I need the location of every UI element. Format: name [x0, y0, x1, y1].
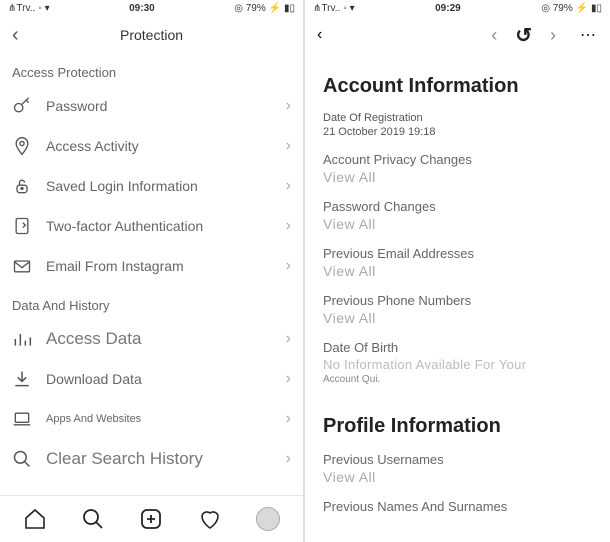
no-info-text: No Information Available For Your: [323, 357, 592, 372]
laptop-icon: [12, 409, 32, 429]
row-access-activity[interactable]: Access Activity ›: [0, 126, 303, 166]
lock-icon: [12, 176, 32, 196]
chevron-right-icon: ›: [286, 330, 291, 348]
status-bar-right: ⋔Trv..◦ ▾ 09:29 ◎ 79% ⚡▮▯: [305, 0, 610, 17]
clock: 09:30: [129, 3, 155, 14]
row-saved-login[interactable]: Saved Login Information ›: [0, 166, 303, 206]
battery: ◎ 79% ⚡: [541, 3, 588, 14]
battery-icon: ▮▯: [591, 3, 602, 14]
row-clear-search[interactable]: Clear Search History ›: [0, 439, 303, 479]
home-icon[interactable]: [22, 506, 48, 532]
status-bar-left: ⋔Trv..◦ ▾ 09:30 ◎ 79% ⚡▮▯: [0, 0, 303, 17]
heart-icon[interactable]: [197, 506, 223, 532]
row-access-data[interactable]: Access Data ›: [0, 319, 303, 359]
battery-icon: ▮▯: [284, 3, 295, 14]
nav-forward-icon[interactable]: ›: [550, 25, 556, 46]
add-icon[interactable]: [138, 506, 164, 532]
page-title: Protection: [120, 27, 183, 43]
section-access-protection: Access Protection: [0, 53, 303, 86]
wifi-icon: ◦ ▾: [343, 3, 354, 14]
section-privacy-changes: Account Privacy Changes: [323, 152, 592, 167]
section-password-changes: Password Changes: [323, 199, 592, 214]
battery: ◎ 79% ⚡: [234, 3, 281, 14]
search-icon[interactable]: [80, 506, 106, 532]
view-all-link[interactable]: View All: [323, 469, 592, 485]
view-all-link[interactable]: View All: [323, 310, 592, 326]
chevron-right-icon: ›: [286, 97, 291, 115]
row-label: Clear Search History: [46, 449, 272, 469]
chevron-right-icon: ›: [286, 257, 291, 275]
row-label: Saved Login Information: [46, 178, 272, 194]
chevron-right-icon: ›: [286, 177, 291, 195]
clock: 09:29: [435, 3, 461, 14]
row-label: Email From Instagram: [46, 258, 272, 274]
chevron-right-icon: ›: [286, 137, 291, 155]
bars-icon: [12, 329, 32, 349]
row-label: Apps And Websites: [46, 413, 272, 425]
carrier: ⋔Trv..: [313, 3, 340, 14]
row-label: Two-factor Authentication: [46, 218, 272, 234]
chevron-right-icon: ›: [286, 410, 291, 428]
chevron-right-icon: ›: [286, 370, 291, 388]
section-previous-usernames: Previous Usernames: [323, 452, 592, 467]
mail-icon: [12, 256, 32, 276]
view-all-link[interactable]: View All: [323, 169, 592, 185]
view-all-link[interactable]: View All: [323, 263, 592, 279]
back-icon[interactable]: ‹: [317, 26, 322, 44]
device-icon: [12, 216, 32, 236]
row-label: Download Data: [46, 371, 272, 387]
section-dob: Date Of Birth: [323, 340, 592, 355]
refresh-icon[interactable]: ↺: [515, 23, 532, 48]
view-all-link[interactable]: View All: [323, 216, 592, 232]
heading-account-info: Account Information: [323, 75, 592, 98]
row-two-factor[interactable]: Two-factor Authentication ›: [0, 206, 303, 246]
bottom-nav: [0, 495, 303, 542]
row-email-instagram[interactable]: Email From Instagram ›: [0, 246, 303, 286]
row-apps-websites[interactable]: Apps And Websites ›: [0, 399, 303, 439]
nav-back-icon[interactable]: ‹: [491, 25, 497, 46]
chevron-right-icon: ›: [286, 450, 291, 468]
account-qui: Account Qui.: [323, 374, 592, 385]
section-data-history: Data And History: [0, 286, 303, 319]
row-label: Access Data: [46, 329, 272, 349]
row-download-data[interactable]: Download Data ›: [0, 359, 303, 399]
row-label: Password: [46, 98, 272, 114]
profile-avatar[interactable]: [255, 506, 281, 532]
back-icon[interactable]: ‹: [12, 24, 19, 47]
section-previous-emails: Previous Email Addresses: [323, 246, 592, 261]
header-right: ‹ ‹ ↺ › ⋯: [305, 17, 610, 53]
chevron-right-icon: ›: [286, 217, 291, 235]
section-previous-phones: Previous Phone Numbers: [323, 293, 592, 308]
download-icon: [12, 369, 32, 389]
row-label: Access Activity: [46, 138, 272, 154]
wifi-icon: ◦ ▾: [38, 3, 49, 14]
pin-icon: [12, 136, 32, 156]
search-icon: [12, 449, 32, 469]
value-date-registration: 21 October 2019 19:18: [323, 126, 592, 138]
more-icon[interactable]: ⋯: [580, 25, 598, 45]
carrier: ⋔Trv..: [8, 3, 35, 14]
key-icon: [12, 96, 32, 116]
heading-profile-info: Profile Information: [323, 415, 592, 438]
label-date-registration: Date Of Registration: [323, 112, 592, 124]
header-left: ‹ Protection: [0, 17, 303, 53]
row-password[interactable]: Password ›: [0, 86, 303, 126]
section-previous-names: Previous Names And Surnames: [323, 499, 592, 514]
